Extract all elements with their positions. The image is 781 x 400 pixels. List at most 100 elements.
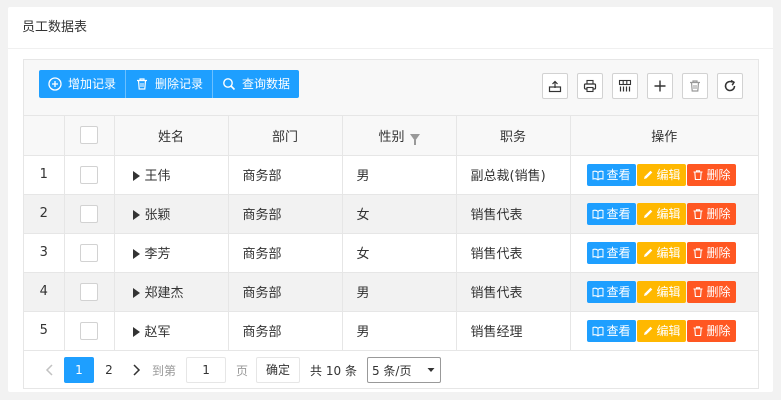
refresh-button[interactable] bbox=[717, 73, 743, 99]
row-checkbox[interactable] bbox=[80, 282, 98, 301]
position-cell: 销售代表 bbox=[456, 194, 571, 234]
delete-button[interactable] bbox=[682, 73, 708, 99]
plus-icon bbox=[654, 80, 666, 92]
page-2-button[interactable]: 2 bbox=[94, 357, 124, 383]
table-row[interactable]: 2 张颖 商务部女销售代表 查看 编辑 删除 bbox=[24, 194, 758, 234]
delete-row-button[interactable]: 删除 bbox=[686, 319, 736, 342]
view-label: 查看 bbox=[606, 246, 631, 260]
row-checkbox[interactable] bbox=[80, 165, 98, 184]
header-dept[interactable]: 部门 bbox=[228, 116, 343, 156]
row-select-cell[interactable] bbox=[64, 155, 115, 195]
delete-label: 删除 bbox=[706, 246, 731, 260]
chevron-right-icon bbox=[133, 364, 141, 376]
table-row[interactable]: 3 李芳 商务部女销售代表 查看 编辑 删除 bbox=[24, 233, 758, 273]
table-row[interactable]: 5 赵军 商务部男销售经理 查看 编辑 删除 bbox=[24, 311, 758, 351]
columns-button[interactable] bbox=[612, 73, 638, 99]
row-index: 5 bbox=[24, 311, 65, 351]
table-row[interactable]: 4 郑建杰 商务部男销售代表 查看 编辑 删除 bbox=[24, 272, 758, 312]
add-button[interactable] bbox=[647, 73, 673, 99]
print-button[interactable] bbox=[577, 73, 603, 99]
delete-row-button[interactable]: 删除 bbox=[686, 163, 736, 186]
chevron-left-icon bbox=[45, 364, 53, 376]
row-select-cell[interactable] bbox=[64, 194, 115, 234]
toolbar: 增加记录 删除记录 查询数据 bbox=[24, 60, 758, 116]
filter-icon[interactable] bbox=[409, 133, 420, 145]
edit-button[interactable]: 编辑 bbox=[636, 241, 686, 264]
name-cell[interactable]: 张颖 bbox=[114, 194, 229, 234]
query-data-button[interactable]: 查询数据 bbox=[213, 70, 300, 98]
pencil-icon bbox=[643, 170, 652, 179]
row-checkbox[interactable] bbox=[80, 321, 98, 340]
dept-cell: 商务部 bbox=[228, 194, 343, 234]
page-unit-label: 页 bbox=[236, 363, 249, 378]
delete-row-button[interactable]: 删除 bbox=[686, 280, 736, 303]
position-cell: 销售代表 bbox=[456, 272, 571, 312]
dept-cell: 商务部 bbox=[228, 155, 343, 195]
view-label: 查看 bbox=[606, 324, 631, 338]
prev-page-button[interactable] bbox=[38, 357, 62, 383]
edit-button[interactable]: 编辑 bbox=[636, 202, 686, 225]
expand-icon[interactable] bbox=[132, 248, 140, 259]
name-text: 郑建杰 bbox=[144, 286, 184, 301]
delete-record-label: 删除记录 bbox=[155, 77, 204, 91]
position-cell: 销售代表 bbox=[456, 233, 571, 273]
plus-circle-icon bbox=[48, 77, 62, 91]
page-1-button[interactable]: 1 bbox=[64, 357, 94, 383]
view-button[interactable]: 查看 bbox=[586, 202, 636, 225]
refresh-icon bbox=[724, 79, 736, 92]
name-cell[interactable]: 王伟 bbox=[114, 155, 229, 195]
table-panel: 增加记录 删除记录 查询数据 姓名 部门 性别 职务 操作 1 王伟 商务部 男… bbox=[23, 59, 759, 389]
row-select-cell[interactable] bbox=[64, 311, 115, 351]
book-icon bbox=[592, 326, 603, 336]
select-all-checkbox[interactable] bbox=[80, 126, 98, 145]
dept-cell: 商务部 bbox=[228, 272, 343, 312]
name-cell[interactable]: 郑建杰 bbox=[114, 272, 229, 312]
delete-row-button[interactable]: 删除 bbox=[686, 202, 736, 225]
expand-icon[interactable] bbox=[132, 209, 140, 220]
view-button[interactable]: 查看 bbox=[586, 241, 636, 264]
card-title: 员工数据表 bbox=[8, 7, 773, 49]
export-button[interactable] bbox=[542, 73, 568, 99]
columns-icon bbox=[618, 79, 632, 92]
pagination: 1 2 到第 页 确定 共 10 条 5 条/页 bbox=[24, 351, 758, 389]
header-index bbox=[24, 116, 65, 156]
view-button[interactable]: 查看 bbox=[586, 163, 636, 186]
pencil-icon bbox=[643, 287, 652, 296]
view-button[interactable]: 查看 bbox=[586, 319, 636, 342]
expand-icon[interactable] bbox=[132, 326, 140, 337]
expand-icon[interactable] bbox=[132, 287, 140, 298]
goto-page-input[interactable] bbox=[186, 357, 227, 383]
row-checkbox[interactable] bbox=[80, 204, 98, 223]
name-cell[interactable]: 李芳 bbox=[114, 233, 229, 273]
delete-record-button[interactable]: 删除记录 bbox=[126, 70, 214, 98]
delete-row-button[interactable]: 删除 bbox=[686, 241, 736, 264]
goto-label: 到第 bbox=[152, 363, 177, 378]
header-name[interactable]: 姓名 bbox=[114, 116, 229, 156]
edit-label: 编辑 bbox=[656, 285, 681, 299]
edit-button[interactable]: 编辑 bbox=[636, 319, 686, 342]
trash-icon bbox=[135, 77, 149, 91]
name-text: 赵军 bbox=[144, 325, 171, 340]
table-row[interactable]: 1 王伟 商务部男副总裁(销售) 查看 编辑 删除 bbox=[24, 155, 758, 195]
add-record-button[interactable]: 增加记录 bbox=[39, 70, 127, 98]
next-page-button[interactable] bbox=[124, 357, 148, 383]
view-button[interactable]: 查看 bbox=[586, 280, 636, 303]
edit-button[interactable]: 编辑 bbox=[636, 280, 686, 303]
search-icon bbox=[222, 77, 236, 91]
header-select-all[interactable] bbox=[64, 116, 115, 156]
edit-label: 编辑 bbox=[656, 246, 681, 260]
delete-label: 删除 bbox=[706, 207, 731, 221]
header-position[interactable]: 职务 bbox=[456, 116, 571, 156]
print-icon bbox=[583, 79, 597, 93]
row-checkbox[interactable] bbox=[80, 243, 98, 262]
row-select-cell[interactable] bbox=[64, 233, 115, 273]
page-size-select[interactable]: 5 条/页 bbox=[366, 357, 441, 383]
header-gender[interactable]: 性别 bbox=[342, 116, 457, 156]
edit-button[interactable]: 编辑 bbox=[636, 163, 686, 186]
position-cell: 副总裁(销售) bbox=[456, 155, 571, 195]
name-cell[interactable]: 赵军 bbox=[114, 311, 229, 351]
ops-cell: 查看 编辑 删除 bbox=[570, 311, 758, 351]
row-select-cell[interactable] bbox=[64, 272, 115, 312]
goto-confirm-button[interactable]: 确定 bbox=[256, 357, 301, 383]
expand-icon[interactable] bbox=[132, 170, 140, 181]
